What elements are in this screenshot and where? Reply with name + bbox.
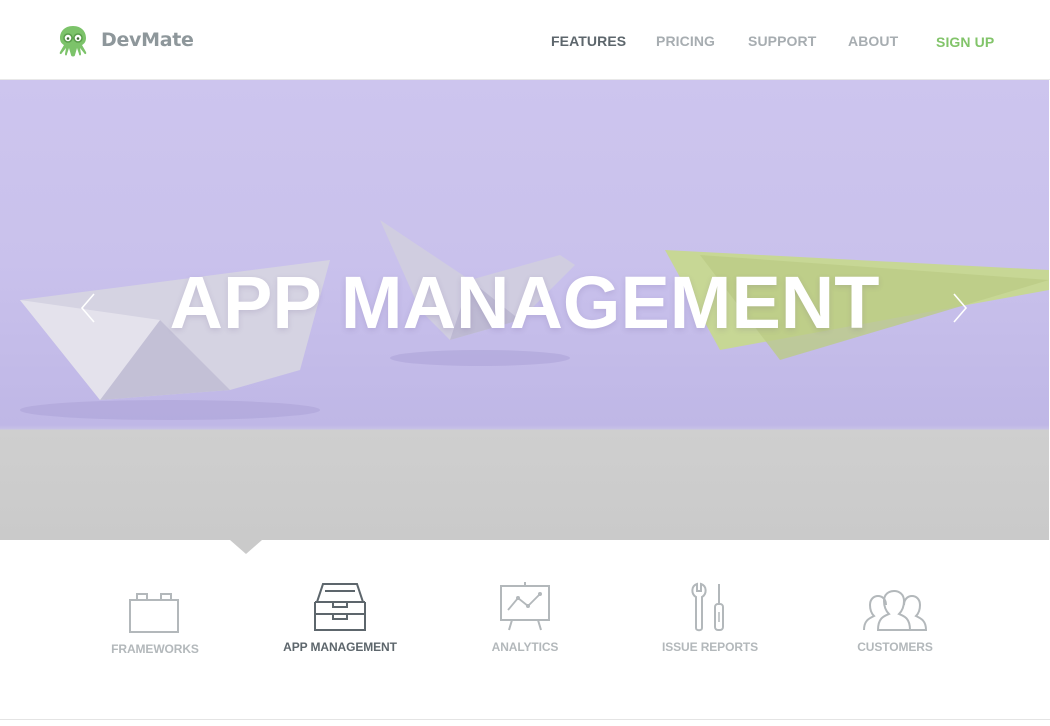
tab-issue-reports[interactable]: ISSUE REPORTS	[625, 580, 795, 670]
tab-label: CUSTOMERS	[857, 640, 933, 654]
tab-customers[interactable]: CUSTOMERS	[810, 580, 980, 670]
presentation-chart-icon	[500, 582, 550, 631]
wrench-screwdriver-icon	[691, 582, 724, 632]
lego-brick-icon	[129, 593, 179, 633]
drawer-cabinet-icon	[314, 583, 366, 631]
tab-analytics[interactable]: ANALYTICS	[440, 580, 610, 670]
main-nav: FEATURES PRICING SUPPORT ABOUT SIGN UP	[0, 33, 1050, 53]
feature-tabs: FRAMEWORKS APP MANAGEMENT ANALYTICS ISSU…	[0, 580, 1050, 680]
tab-frameworks[interactable]: FRAMEWORKS	[70, 580, 240, 670]
divider	[0, 719, 1050, 720]
site-header: DevMate FEATURES PRICING SUPPORT ABOUT S…	[0, 0, 1050, 80]
paper-origami-illustration	[20, 220, 1049, 420]
signup-link[interactable]: SIGN UP	[936, 34, 994, 50]
chevron-right-icon[interactable]	[950, 290, 970, 326]
tab-label: ANALYTICS	[491, 640, 559, 654]
tab-label: FRAMEWORKS	[111, 642, 199, 656]
tab-label: APP MANAGEMENT	[283, 640, 397, 654]
chevron-left-icon[interactable]	[78, 290, 98, 326]
nav-pricing[interactable]: PRICING	[656, 33, 715, 49]
nav-about[interactable]: ABOUT	[848, 33, 898, 49]
tab-label: ISSUE REPORTS	[661, 640, 759, 654]
users-group-icon	[863, 589, 928, 631]
nav-features[interactable]: FEATURES	[551, 33, 626, 49]
tab-app-management[interactable]: APP MANAGEMENT	[255, 580, 425, 670]
active-tab-pointer	[230, 540, 262, 554]
hero-title: APP MANAGEMENT	[169, 261, 880, 344]
hero-banner: APP MANAGEMENT	[0, 80, 1049, 540]
nav-support[interactable]: SUPPORT	[748, 33, 816, 49]
hero-floor	[0, 430, 1049, 540]
